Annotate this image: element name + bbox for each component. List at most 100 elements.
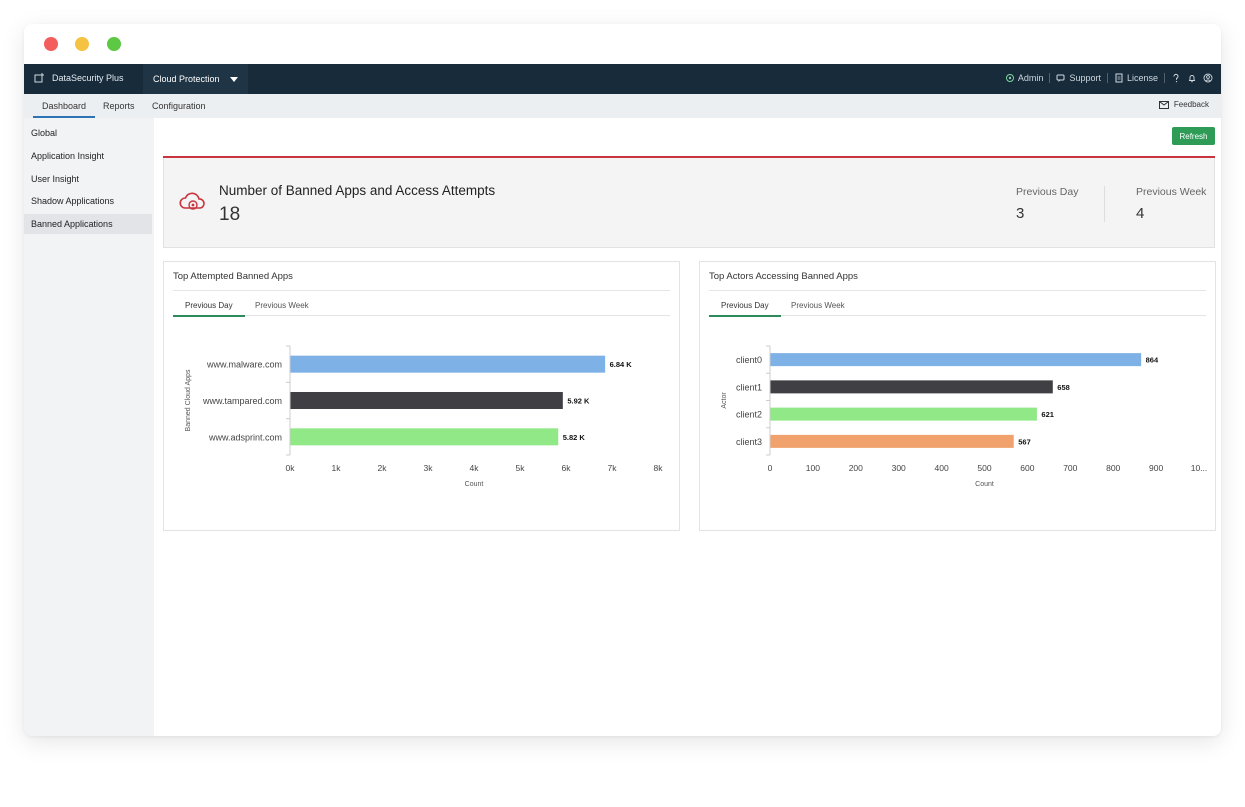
license-icon xyxy=(1114,73,1124,83)
mail-icon xyxy=(1159,101,1169,109)
x-tick-label: 300 xyxy=(892,463,906,473)
card-tabs: Previous Day Previous Week xyxy=(709,298,1206,316)
divider xyxy=(173,290,670,291)
user-profile-icon[interactable] xyxy=(1203,73,1213,83)
category-label: client1 xyxy=(736,382,762,392)
data-label: 5.92 K xyxy=(567,397,590,406)
x-axis-title: Count xyxy=(975,481,994,488)
divider xyxy=(1107,73,1108,83)
summary-panel: Number of Banned Apps and Access Attempt… xyxy=(163,158,1215,248)
tab-configuration[interactable]: Configuration xyxy=(152,94,206,118)
banned-apps-bar-chart: www.malware.com6.84 Kwww.tampared.com5.9… xyxy=(164,322,681,492)
main-content: Refresh Number of Banned Apps and Access… xyxy=(154,118,1221,736)
sub-navigation-bar: Dashboard Reports Configuration Feedback xyxy=(24,94,1221,118)
category-label: client2 xyxy=(736,410,762,420)
category-label: client3 xyxy=(736,437,762,447)
category-label: www.tampared.com xyxy=(202,396,282,406)
bell-icon[interactable] xyxy=(1187,73,1197,83)
data-label: 5.82 K xyxy=(563,433,586,442)
sidebar-item-user-insight[interactable]: User Insight xyxy=(24,169,152,189)
category-label: client0 xyxy=(736,355,762,365)
product-name: Cloud Protection xyxy=(153,74,220,84)
sidebar-item-shadow-applications[interactable]: Shadow Applications xyxy=(24,191,152,211)
sidebar: Global Application Insight User Insight … xyxy=(24,118,154,736)
bar xyxy=(771,380,1053,393)
chat-icon xyxy=(1056,73,1066,83)
x-tick-label: 10... xyxy=(1191,463,1208,473)
bar xyxy=(291,356,606,373)
x-tick-label: 100 xyxy=(806,463,820,473)
data-label: 6.84 K xyxy=(610,360,633,369)
y-axis-title: Actor xyxy=(721,392,728,409)
actors-bar-chart: client0864client1658client2621client3567… xyxy=(700,322,1217,492)
x-tick-label: 0 xyxy=(768,463,773,473)
divider xyxy=(709,290,1206,291)
license-link[interactable]: License xyxy=(1114,73,1158,83)
tab-previous-week[interactable]: Previous Week xyxy=(791,301,845,317)
x-tick-label: 7k xyxy=(608,463,618,473)
maximize-window-button[interactable] xyxy=(107,37,121,51)
bar xyxy=(771,353,1142,366)
refresh-button[interactable]: Refresh xyxy=(1172,127,1215,145)
bar xyxy=(291,392,563,409)
window-titlebar xyxy=(24,24,1221,64)
x-tick-label: 900 xyxy=(1149,463,1163,473)
top-right-menu: Admin Support License xyxy=(1005,73,1213,83)
previous-week-value: 4 xyxy=(1136,205,1144,222)
license-label: License xyxy=(1127,73,1158,83)
divider xyxy=(1049,73,1050,83)
x-tick-label: 0k xyxy=(286,463,296,473)
chevron-down-icon xyxy=(230,77,238,82)
tab-reports[interactable]: Reports xyxy=(103,94,135,118)
sidebar-item-application-insight[interactable]: Application Insight xyxy=(24,146,152,166)
x-tick-label: 500 xyxy=(977,463,991,473)
brand-name: DataSecurity Plus xyxy=(52,73,124,83)
app-window: DataSecurity Plus Cloud Protection Admin… xyxy=(24,24,1221,736)
y-axis-title: Banned Cloud Apps xyxy=(185,369,192,431)
card-title: Top Actors Accessing Banned Apps xyxy=(709,271,858,282)
bar xyxy=(771,408,1037,421)
product-selector[interactable]: Cloud Protection xyxy=(143,64,248,94)
data-label: 864 xyxy=(1146,356,1159,365)
brand-logo-icon xyxy=(34,72,46,84)
top-actors-card: Top Actors Accessing Banned Apps Previou… xyxy=(699,261,1216,531)
data-label: 621 xyxy=(1041,410,1054,419)
tab-dashboard[interactable]: Dashboard xyxy=(33,94,95,118)
summary-title: Number of Banned Apps and Access Attempt… xyxy=(219,183,495,198)
tab-previous-week[interactable]: Previous Week xyxy=(255,301,309,317)
x-tick-label: 3k xyxy=(424,463,434,473)
x-tick-label: 6k xyxy=(562,463,572,473)
tab-previous-day[interactable]: Previous Day xyxy=(709,301,781,317)
minimize-window-button[interactable] xyxy=(75,37,89,51)
x-tick-label: 700 xyxy=(1063,463,1077,473)
support-label: Support xyxy=(1069,73,1101,83)
x-tick-label: 5k xyxy=(516,463,526,473)
card-tabs: Previous Day Previous Week xyxy=(173,298,670,316)
x-tick-label: 2k xyxy=(378,463,388,473)
feedback-label: Feedback xyxy=(1174,100,1209,109)
top-navigation-bar: DataSecurity Plus Cloud Protection Admin… xyxy=(24,64,1221,94)
data-label: 658 xyxy=(1057,383,1070,392)
admin-icon xyxy=(1005,73,1015,83)
brand[interactable]: DataSecurity Plus xyxy=(34,72,124,84)
sidebar-item-global[interactable]: Global xyxy=(24,123,152,143)
sidebar-item-banned-applications[interactable]: Banned Applications xyxy=(24,214,152,234)
x-tick-label: 4k xyxy=(470,463,480,473)
admin-label: Admin xyxy=(1018,73,1044,83)
x-tick-label: 600 xyxy=(1020,463,1034,473)
tab-previous-day[interactable]: Previous Day xyxy=(173,301,245,317)
category-label: www.adsprint.com xyxy=(208,432,282,442)
feedback-link[interactable]: Feedback xyxy=(1159,100,1209,109)
x-tick-label: 800 xyxy=(1106,463,1120,473)
card-title: Top Attempted Banned Apps xyxy=(173,271,293,282)
support-link[interactable]: Support xyxy=(1056,73,1101,83)
x-tick-label: 1k xyxy=(332,463,342,473)
top-attempted-banned-apps-card: Top Attempted Banned Apps Previous Day P… xyxy=(163,261,680,531)
cloud-security-icon xyxy=(178,189,208,215)
summary-total: 18 xyxy=(219,204,240,226)
bar xyxy=(291,428,559,445)
bar xyxy=(771,435,1014,448)
help-icon[interactable] xyxy=(1171,73,1181,83)
close-window-button[interactable] xyxy=(44,37,58,51)
admin-link[interactable]: Admin xyxy=(1005,73,1044,83)
